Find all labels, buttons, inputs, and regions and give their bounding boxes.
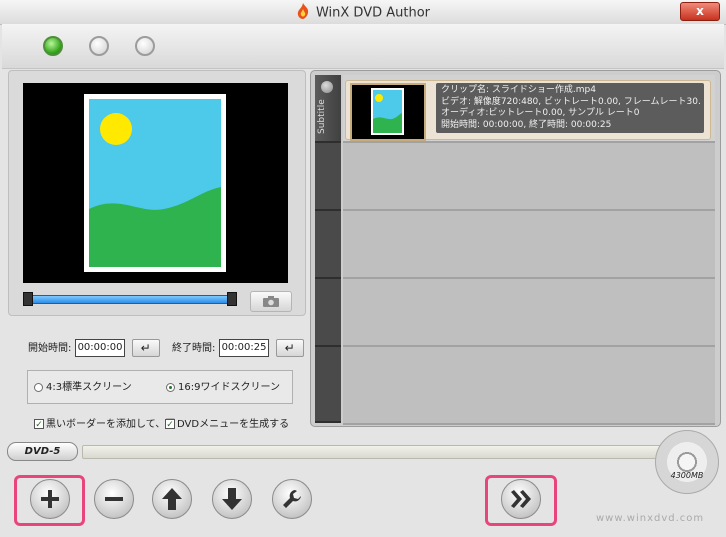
move-up-button[interactable] [152,479,192,519]
empty-clip-row [343,211,715,279]
wrench-icon [283,490,301,508]
disc-capacity-label: 4300MB [670,471,704,480]
subtitle-tab[interactable]: Subtitle [315,75,341,143]
radio-dot-selected [166,382,175,392]
arrow-up-icon [162,488,182,510]
black-border-checkbox[interactable]: ✓ 黒いボーダーを添加して、画 [34,418,175,432]
subtitle-column: Subtitle [315,75,341,423]
next-button[interactable] [501,479,541,519]
end-time-input[interactable]: 00:00:25 [218,339,270,357]
start-time-input[interactable]: 00:00:00 [74,339,126,357]
aspect-ratio-group: 4:3標準スクリーン 16:9ワイドスクリーン [27,370,293,404]
move-down-button[interactable] [212,479,252,519]
clip-list-panel: Subtitle クリップ名: スライドショー作成.mp4 ビデオ: 解像度72… [310,70,721,427]
winx-logo-icon [296,3,310,23]
clip-card[interactable]: クリップ名: スライドショー作成.mp4 ビデオ: 解像度720:480, ビッ… [345,80,711,141]
subtitle-tab-label: Subtitle [317,99,327,135]
empty-clip-row [343,279,715,347]
aspect-4-3-label: 4:3標準スクリーン [46,382,132,393]
clip-time-info: 開始時間: 00:00:00, 終了時間: 00:00:25 [441,119,612,130]
clip-video-info: ビデオ: 解像度720:480, ビットレート0.00, フレームレート30. [441,96,701,107]
step-indicator-2 [89,36,109,56]
title-bar: WinX DVD Author x [0,0,726,25]
clip-thumbnail [350,83,426,141]
start-time-label: 開始時間: [28,343,72,354]
close-button[interactable]: x [680,2,720,21]
clip-info: クリップ名: スライドショー作成.mp4 ビデオ: 解像度720:480, ビッ… [436,83,704,133]
step-header [2,24,724,69]
website-url: www.winxdvd.com [596,513,705,524]
subtitle-slot [315,279,341,347]
preview-image [84,94,226,272]
aspect-16-9-radio[interactable]: 16:9ワイドスクリーン [166,382,280,394]
empty-clip-row [343,347,715,425]
double-chevron-right-icon [511,490,531,508]
subtitle-toggle-icon [321,81,333,93]
slider-track [27,295,233,304]
end-time-enter-button[interactable]: ↵ [275,339,304,357]
minus-icon [105,497,123,501]
playback-slider[interactable] [21,291,237,306]
dvd-type-selector[interactable]: DVD-5 [7,442,78,461]
step-indicator-1 [43,36,63,56]
radio-dot [34,382,43,392]
subtitle-slot [315,211,341,279]
checkbox-checked: ✓ [34,419,44,430]
preview-screen [23,83,288,283]
dvd-menu-label: DVDメニューを生成する [177,419,290,430]
snapshot-button[interactable] [250,291,292,312]
subtitle-slot [315,347,341,423]
step-indicator-3 [135,36,155,56]
preview-panel [8,70,306,316]
start-trim-handle[interactable] [23,292,33,306]
end-trim-handle[interactable] [227,292,237,306]
clip-audio-info: オーディオ:ビットレート0.00, サンプル レート0 [441,108,640,118]
capacity-bar [82,445,674,459]
dvd-menu-checkbox[interactable]: ✓ DVDメニューを生成する [165,418,289,432]
clip-rows: クリップ名: スライドショー作成.mp4 ビデオ: 解像度720:480, ビッ… [343,75,715,425]
remove-button[interactable] [94,479,134,519]
add-button[interactable] [30,479,70,519]
end-time-label: 終了時間: [172,343,216,354]
aspect-16-9-label: 16:9ワイドスクリーン [178,382,280,393]
start-time-row: 開始時間: 00:00:00 ↵ [28,339,160,359]
plus-icon [41,490,59,508]
edit-button[interactable] [272,479,312,519]
clip-row[interactable]: クリップ名: スライドショー作成.mp4 ビデオ: 解像度720:480, ビッ… [343,75,715,143]
aspect-4-3-radio[interactable]: 4:3標準スクリーン [34,382,132,394]
end-time-row: 終了時間: 00:00:25 ↵ [172,339,304,359]
empty-clip-row [343,143,715,211]
arrow-down-icon [222,488,242,510]
checkbox-checked: ✓ [165,419,175,430]
black-border-label: 黒いボーダーを添加して、画 [46,419,176,430]
disc-icon: 4300MB [655,430,719,494]
window-title: WinX DVD Author [315,5,431,21]
clip-name: クリップ名: スライドショー作成.mp4 [441,85,596,95]
camera-icon [263,295,279,307]
subtitle-slot [315,143,341,211]
start-time-enter-button[interactable]: ↵ [131,339,160,357]
